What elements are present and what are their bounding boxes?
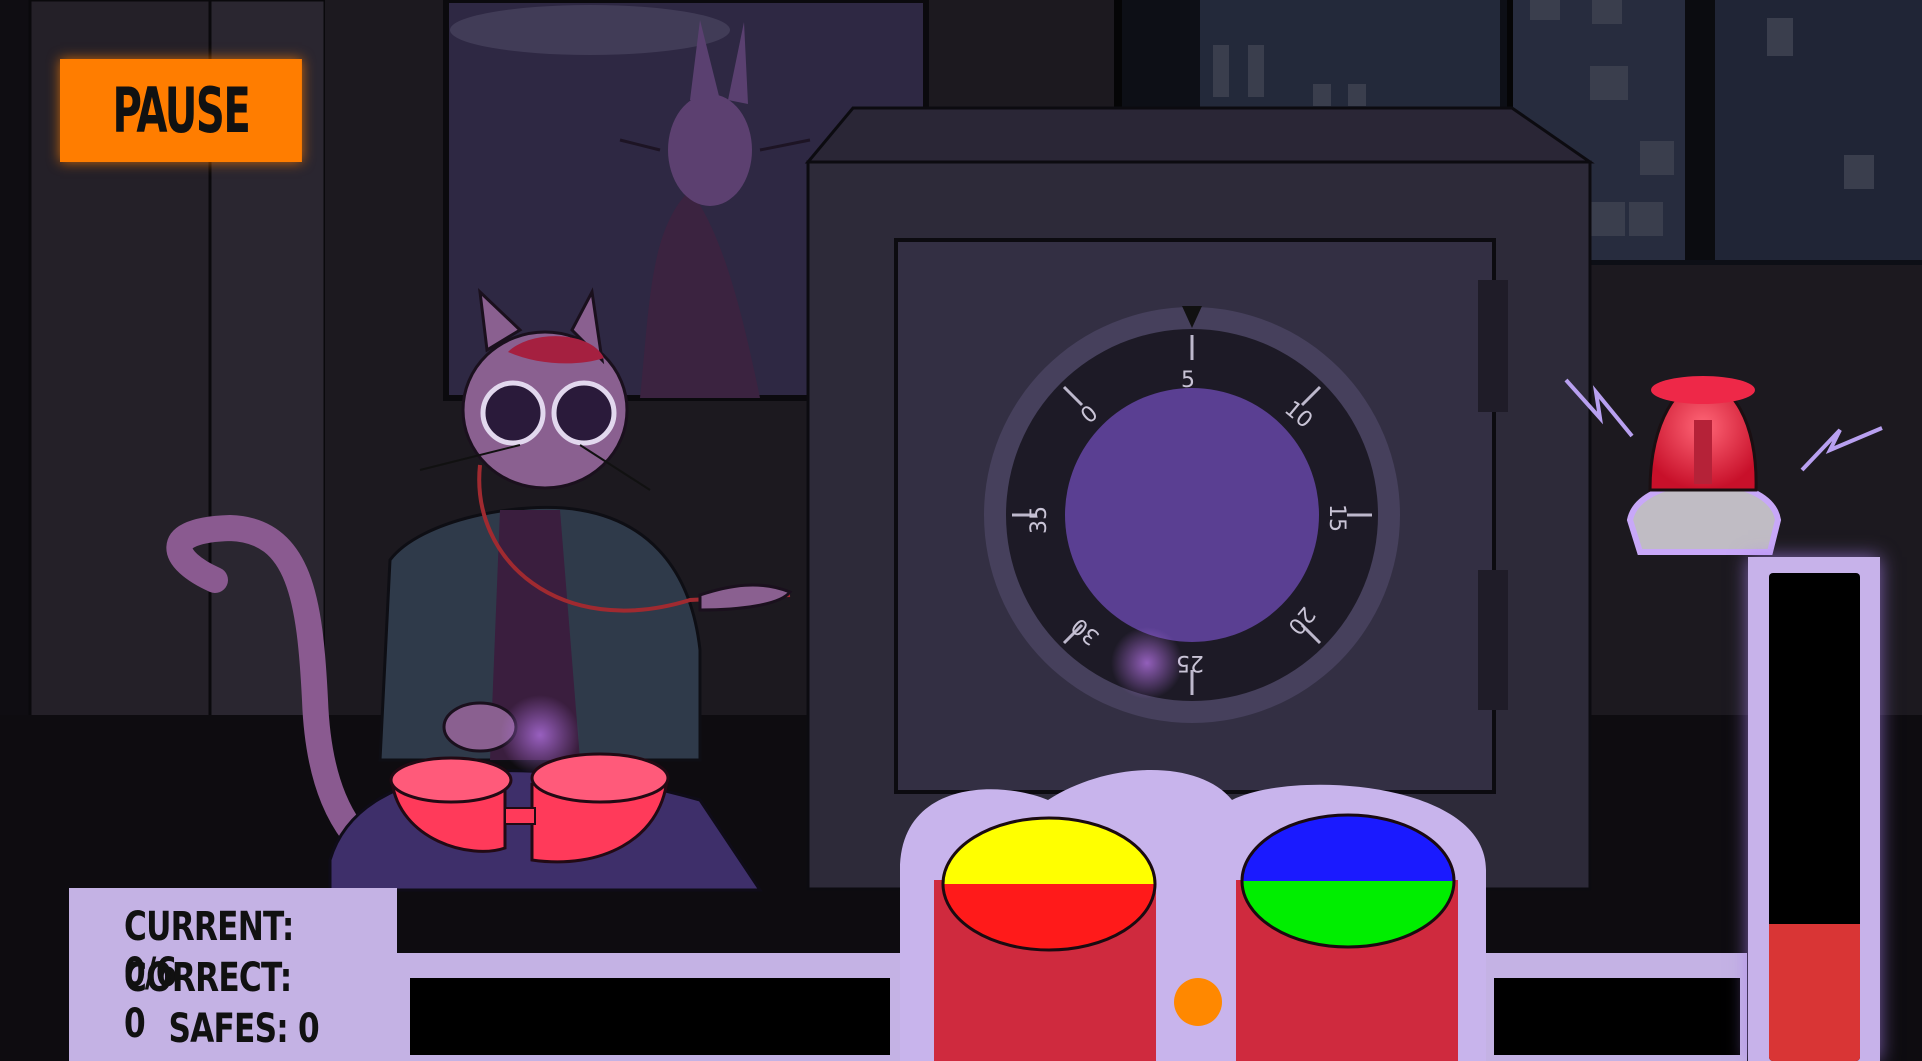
safes-count-label: SAFES: 0 — [168, 1006, 319, 1052]
yellow-red-button[interactable] — [940, 814, 1160, 954]
alarm-meter-fill — [1769, 924, 1860, 1061]
alarm-meter — [1748, 557, 1880, 1061]
alarm-meter-track — [1769, 573, 1860, 1061]
score-panel: CURRENT: 0/6 CORRECT: 0 SAFES: 0 — [69, 888, 397, 1061]
